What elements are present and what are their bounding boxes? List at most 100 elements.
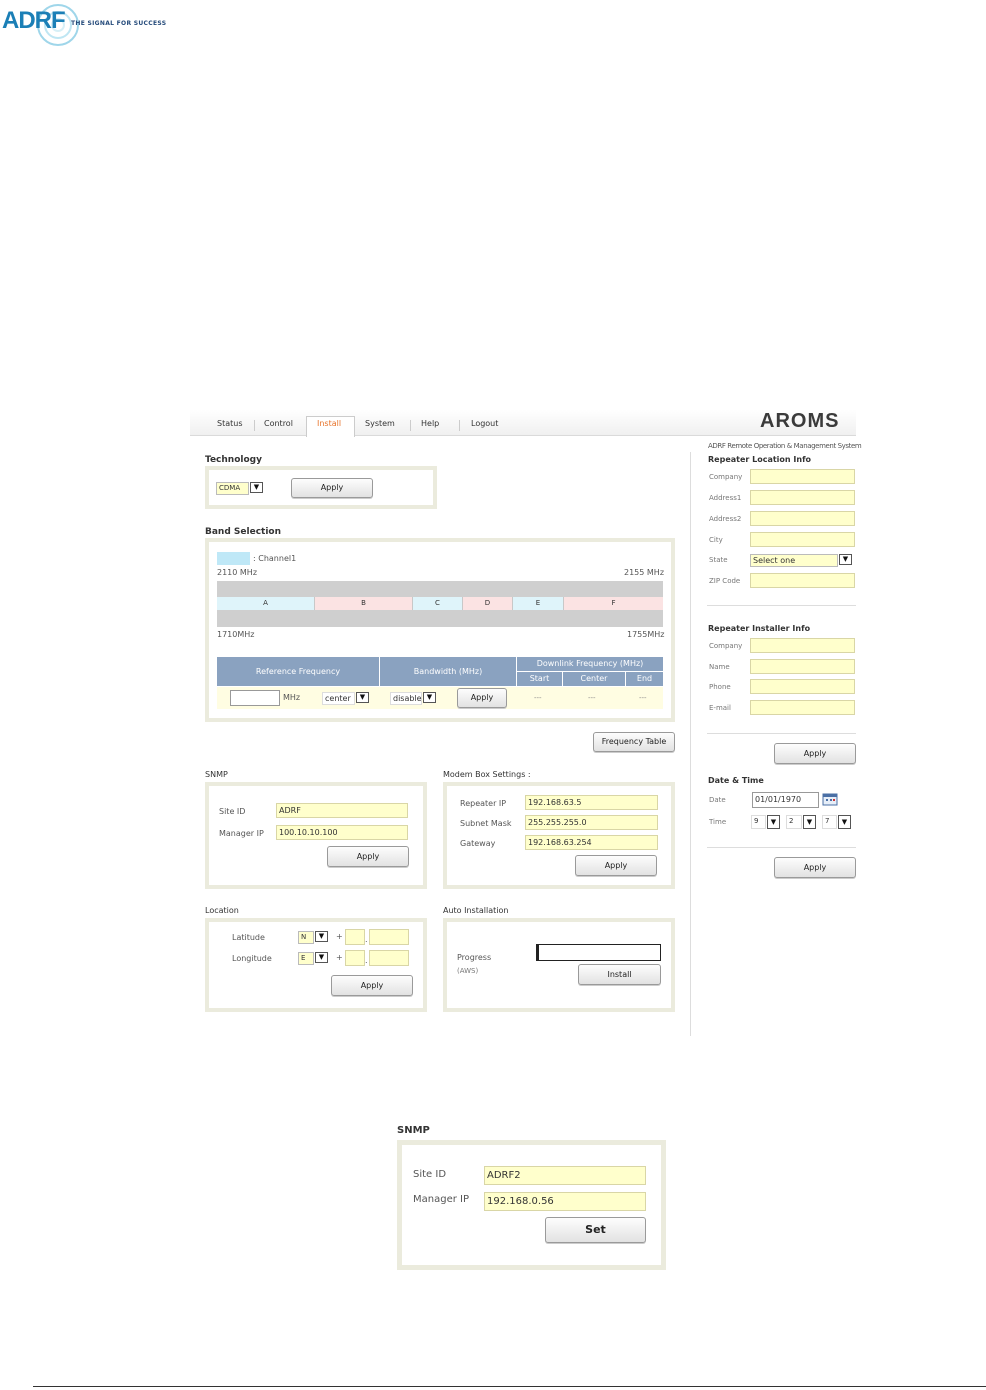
city-input[interactable]: [750, 532, 855, 547]
snmp-zoom-title: SNMP: [397, 1125, 430, 1136]
snmp-set-button[interactable]: Set: [545, 1217, 646, 1243]
logo-text: ADRF: [2, 7, 66, 34]
date-input[interactable]: 01/01/1970: [752, 792, 819, 808]
state-select[interactable]: Select one: [750, 554, 838, 567]
frequency-table-button[interactable]: Frequency Table: [593, 732, 675, 752]
modem-title: Modem Box Settings :: [443, 770, 531, 779]
chevron-down-icon[interactable]: ▼: [838, 815, 851, 829]
company-label: Company: [709, 473, 743, 481]
th-start: Start: [517, 672, 562, 686]
tab-separator: [410, 420, 411, 431]
band-block-d[interactable]: D: [463, 597, 513, 610]
manager-ip-zoom-input[interactable]: 192.168.0.56: [484, 1192, 646, 1211]
installer-phone-input[interactable]: [750, 679, 855, 694]
dl-start-label: 2110 MHz: [217, 568, 258, 577]
install-button[interactable]: Install: [578, 964, 661, 985]
longitude-direction-select[interactable]: E: [298, 952, 314, 965]
installer-apply-button[interactable]: Apply: [774, 743, 856, 764]
chevron-down-icon[interactable]: ▼: [356, 692, 369, 703]
mhz-unit: MHz: [283, 693, 301, 702]
chevron-down-icon[interactable]: ▼: [315, 952, 328, 963]
repeater-ip-input[interactable]: 192.168.63.5: [525, 795, 658, 810]
site-id-zoom-input[interactable]: ADRF2: [484, 1166, 646, 1185]
dl-center-value: ---: [588, 694, 596, 702]
hour-select[interactable]: 9: [751, 815, 766, 829]
longitude-degrees-input[interactable]: [345, 950, 365, 966]
company-input[interactable]: [750, 469, 855, 484]
channel-legend-label: : Channel1: [253, 554, 297, 563]
latitude-direction-select[interactable]: N: [298, 931, 314, 944]
brand-logo: ADRF THE SIGNAL FOR SUCCESS: [0, 0, 175, 50]
longitude-label: Longitude: [232, 954, 272, 963]
address1-label: Address1: [709, 494, 742, 502]
th-end: End: [626, 672, 663, 686]
repeater-location-title: Repeater Location Info: [708, 455, 812, 464]
band-block-a[interactable]: A: [217, 597, 315, 610]
technology-apply-button[interactable]: Apply: [291, 478, 373, 498]
manager-ip-label: Manager IP: [219, 829, 264, 838]
chevron-down-icon[interactable]: ▼: [803, 815, 816, 829]
tab-install[interactable]: Install: [317, 419, 341, 428]
longitude-decimal-input[interactable]: [369, 950, 409, 966]
modem-apply-button[interactable]: Apply: [575, 855, 657, 876]
ul-start-label: 1710MHz: [217, 630, 255, 639]
installer-name-label: Name: [709, 663, 730, 671]
snmp-title: SNMP: [205, 770, 228, 779]
repeater-installer-title: Repeater Installer Info: [708, 624, 811, 633]
chevron-down-icon[interactable]: ▼: [315, 931, 328, 942]
installer-name-input[interactable]: [750, 659, 855, 674]
bandwidth-select[interactable]: disable: [390, 692, 422, 705]
dl-end-value: ---: [639, 694, 647, 702]
band-block-f[interactable]: F: [564, 597, 663, 610]
tab-logout[interactable]: Logout: [471, 419, 498, 428]
gateway-input[interactable]: 192.168.63.254: [525, 835, 658, 850]
snmp-apply-button[interactable]: Apply: [327, 846, 409, 867]
date-time-apply-button[interactable]: Apply: [774, 857, 856, 878]
address2-input[interactable]: [750, 511, 855, 526]
manager-ip-input[interactable]: 100.10.10.100: [276, 825, 408, 840]
app-subtitle: ADRF Remote Operation & Management Syste…: [708, 442, 862, 450]
band-apply-button[interactable]: Apply: [457, 688, 507, 708]
site-id-input[interactable]: ADRF: [276, 803, 408, 818]
installer-email-label: E-mail: [709, 704, 731, 712]
zip-code-input[interactable]: [750, 573, 855, 588]
repeater-ip-label: Repeater IP: [460, 799, 507, 808]
chevron-down-icon[interactable]: ▼: [423, 692, 436, 703]
band-block-c[interactable]: C: [413, 597, 463, 610]
technology-title: Technology: [205, 455, 262, 465]
chevron-down-icon[interactable]: ▼: [767, 815, 780, 829]
band-block-b[interactable]: B: [315, 597, 413, 610]
installer-company-input[interactable]: [750, 638, 855, 653]
latitude-decimal-input[interactable]: [369, 929, 409, 945]
city-label: City: [709, 536, 723, 544]
band-block-e[interactable]: E: [513, 597, 564, 610]
second-select[interactable]: 7: [822, 815, 837, 829]
tab-help[interactable]: Help: [421, 419, 439, 428]
progress-label: Progress: [457, 953, 492, 962]
date-label: Date: [709, 796, 726, 804]
reference-frequency-input[interactable]: [230, 690, 280, 706]
state-label: State: [709, 556, 728, 564]
address1-input[interactable]: [750, 490, 855, 505]
tab-separator: [254, 420, 255, 431]
calendar-icon[interactable]: [822, 792, 838, 806]
chevron-down-icon[interactable]: ▼: [839, 554, 852, 565]
dl-start-value: ---: [534, 694, 542, 702]
th-bandwidth: Bandwidth (MHz): [380, 657, 516, 686]
location-apply-button[interactable]: Apply: [331, 975, 413, 996]
ul-end-label: 1755MHz: [627, 630, 665, 639]
latitude-degrees-input[interactable]: [345, 929, 365, 945]
tab-control[interactable]: Control: [264, 419, 293, 428]
chevron-down-icon[interactable]: ▼: [250, 482, 263, 493]
tab-system[interactable]: System: [365, 419, 395, 428]
technology-select[interactable]: CDMA: [216, 482, 249, 495]
tab-status[interactable]: Status: [217, 419, 243, 428]
reference-mode-select[interactable]: center: [322, 692, 355, 705]
gateway-label: Gateway: [460, 839, 496, 848]
installer-email-input[interactable]: [750, 700, 855, 715]
installer-company-label: Company: [709, 642, 743, 650]
time-label: Time: [709, 818, 727, 826]
subnet-mask-input[interactable]: 255.255.255.0: [525, 815, 658, 830]
minute-select[interactable]: 2: [786, 815, 802, 829]
plus-sign: +: [336, 953, 343, 962]
